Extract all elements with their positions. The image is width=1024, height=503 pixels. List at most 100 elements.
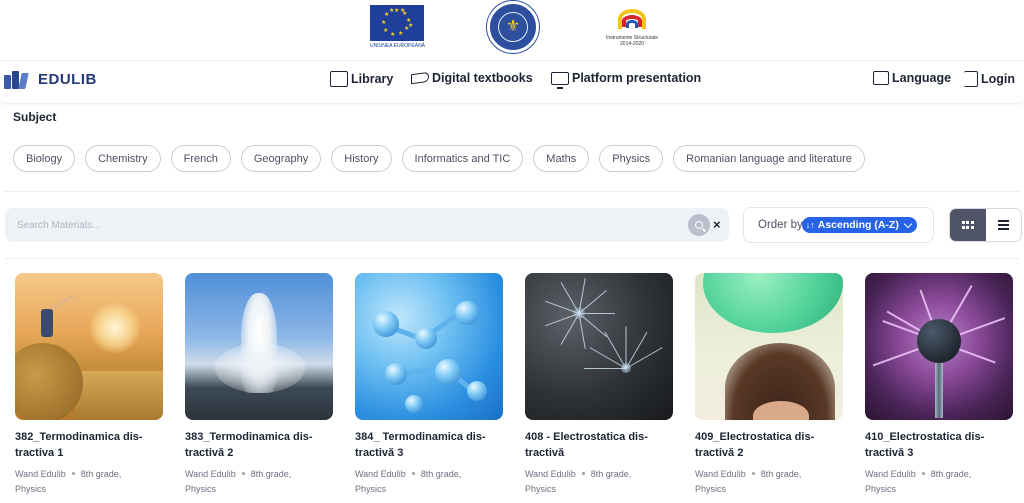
card-thumbnail bbox=[525, 273, 673, 420]
eu-logo: ★ ★ ★ ★ ★ ★ ★ ★ ★ ★ ★ ★ UNIUNEA EUROPEANĂ bbox=[370, 5, 426, 49]
card-meta: Wand Edulib 8th grade, Physics bbox=[865, 467, 1013, 497]
grid-view-button[interactable] bbox=[950, 209, 986, 241]
chip-physics[interactable]: Physics bbox=[599, 145, 664, 172]
card-grade: 8th grade, bbox=[760, 469, 802, 479]
order-select[interactable]: ↓↑ Ascending (A-Z) bbox=[801, 217, 917, 233]
language-icon bbox=[873, 71, 889, 85]
chevron-down-icon bbox=[903, 219, 913, 228]
login-label: Login bbox=[981, 72, 1016, 86]
card-grade: 8th grade, bbox=[80, 469, 122, 479]
eu-flag-icon: ★ ★ ★ ★ ★ ★ ★ ★ ★ ★ ★ ★ bbox=[370, 5, 424, 41]
card-title: 382_Termodinamica dis-tractiva 1 bbox=[15, 431, 143, 459]
card-title: 408 - Electrostatica dis-tractivă bbox=[525, 431, 648, 459]
books-icon bbox=[4, 69, 32, 89]
card-thumbnail bbox=[15, 273, 163, 420]
card-author: Wand Edulib bbox=[355, 469, 406, 479]
card-author: Wand Edulib bbox=[525, 469, 576, 479]
material-card[interactable]: 408 - Electrostatica dis-tractivă Wand E… bbox=[525, 273, 673, 497]
structural-instruments-icon bbox=[612, 3, 652, 31]
nav-digital-textbooks-label: Digital textbooks bbox=[432, 71, 533, 85]
search-input[interactable] bbox=[17, 217, 657, 233]
divider bbox=[4, 258, 1020, 259]
nav-platform-presentation-label: Platform presentation bbox=[572, 71, 702, 85]
card-meta: Wand Edulib 8th grade, Physics bbox=[185, 467, 333, 497]
clear-search-button[interactable]: × bbox=[713, 217, 721, 232]
language-label: Language bbox=[892, 71, 952, 85]
brand-name: EDULIB bbox=[38, 70, 97, 88]
search-icon bbox=[695, 221, 703, 229]
chip-biology[interactable]: Biology bbox=[13, 145, 76, 172]
card-meta: Wand Edulib 8th grade, Physics bbox=[695, 467, 843, 497]
subject-chips: Biology Chemistry French Geography Histo… bbox=[13, 145, 865, 172]
card-grade: 8th grade, bbox=[590, 469, 632, 479]
materials-grid: 382_Termodinamica dis-tractiva 1 Wand Ed… bbox=[15, 273, 1013, 497]
order-selected-value: Ascending (A-Z) bbox=[817, 219, 899, 231]
structural-instruments-caption: Instrumente Structurale 2014-2020 bbox=[606, 35, 658, 47]
material-card[interactable]: 410_Electrostatica dis-tractivă 3 Wand E… bbox=[865, 273, 1013, 497]
material-card[interactable]: 409_Electrostatica dis-tractivă 2 Wand E… bbox=[695, 273, 843, 497]
card-title: 410_Electrostatica dis-tractivă 3 bbox=[865, 431, 985, 459]
card-meta: Wand Edulib 8th grade, Physics bbox=[525, 467, 673, 497]
list-icon bbox=[997, 220, 1009, 230]
login-icon bbox=[964, 71, 978, 87]
card-author: Wand Edulib bbox=[185, 469, 236, 479]
view-toggle bbox=[949, 208, 1022, 242]
top-navbar: EDULIB Library Digital textbooks Platfor… bbox=[0, 60, 1024, 104]
grid-icon bbox=[961, 221, 974, 229]
nav-platform-presentation[interactable]: Platform presentation bbox=[551, 71, 702, 89]
brand-logo[interactable]: EDULIB bbox=[4, 69, 97, 89]
card-subject: Physics bbox=[525, 484, 557, 494]
chip-geography[interactable]: Geography bbox=[240, 145, 322, 172]
card-meta: Wand Edulib 8th grade, Physics bbox=[355, 467, 503, 497]
card-thumbnail bbox=[865, 273, 1013, 420]
card-author: Wand Edulib bbox=[695, 469, 746, 479]
chip-history[interactable]: History bbox=[331, 145, 392, 172]
chip-french[interactable]: French bbox=[170, 145, 231, 172]
search-button[interactable] bbox=[688, 214, 710, 236]
card-thumbnail bbox=[355, 273, 503, 420]
list-view-button[interactable] bbox=[986, 209, 1022, 241]
card-title: 409_Electrostatica dis-tractivă 2 bbox=[695, 431, 815, 459]
partner-logos: ★ ★ ★ ★ ★ ★ ★ ★ ★ ★ ★ ★ UNIUNEA EUROPEANĂ ⚜ Inst… bbox=[0, 0, 1024, 58]
structural-instruments-logo: Instrumente Structurale 2014-2020 bbox=[604, 3, 660, 53]
card-grade: 8th grade, bbox=[420, 469, 462, 479]
card-thumbnail bbox=[695, 273, 843, 420]
chip-maths[interactable]: Maths bbox=[533, 145, 590, 172]
government-logo: ⚜ bbox=[487, 1, 539, 53]
nav-library-label: Library bbox=[351, 72, 394, 86]
material-card[interactable]: 383_Termodinamica dis-tractivă 2 Wand Ed… bbox=[185, 273, 333, 497]
login-button[interactable]: Login bbox=[964, 71, 1015, 87]
card-title: 383_Termodinamica dis-tractivă 2 bbox=[185, 431, 313, 459]
card-subject: Physics bbox=[695, 484, 727, 494]
card-subject: Physics bbox=[185, 484, 217, 494]
sort-icon: ↓↑ bbox=[805, 220, 815, 230]
material-card[interactable]: 384_ Termodinamica dis-tractivă 3 Wand E… bbox=[355, 273, 503, 497]
book-icon bbox=[411, 71, 429, 85]
chip-chemistry[interactable]: Chemistry bbox=[85, 145, 161, 172]
card-title: 384_ Termodinamica dis-tractivă 3 bbox=[355, 431, 486, 459]
nav-library[interactable]: Library bbox=[330, 71, 393, 87]
card-meta: Wand Edulib 8th grade, Physics bbox=[15, 467, 163, 497]
chip-romanian[interactable]: Romanian language and literature bbox=[673, 145, 865, 172]
subject-heading: Subject bbox=[13, 110, 57, 124]
chip-informatics[interactable]: Informatics and TIC bbox=[401, 145, 524, 172]
card-author: Wand Edulib bbox=[865, 469, 916, 479]
language-selector[interactable]: Language bbox=[873, 71, 951, 85]
monitor-icon bbox=[551, 71, 569, 89]
search-bar bbox=[5, 208, 729, 242]
card-author: Wand Edulib bbox=[15, 469, 66, 479]
library-icon bbox=[330, 71, 348, 87]
material-card[interactable]: 382_Termodinamica dis-tractiva 1 Wand Ed… bbox=[15, 273, 163, 497]
divider bbox=[4, 191, 1020, 192]
nav-digital-textbooks[interactable]: Digital textbooks bbox=[411, 71, 533, 85]
coat-of-arms-icon: ⚜ bbox=[498, 12, 528, 42]
card-subject: Physics bbox=[15, 484, 47, 494]
card-grade: 8th grade, bbox=[930, 469, 972, 479]
card-subject: Physics bbox=[355, 484, 387, 494]
order-by-label: Order by bbox=[758, 219, 803, 231]
order-by: Order by ↓↑ Ascending (A-Z) bbox=[743, 207, 934, 243]
card-thumbnail bbox=[185, 273, 333, 420]
card-subject: Physics bbox=[865, 484, 897, 494]
card-grade: 8th grade, bbox=[250, 469, 292, 479]
eu-caption: UNIUNEA EUROPEANĂ bbox=[370, 43, 426, 49]
